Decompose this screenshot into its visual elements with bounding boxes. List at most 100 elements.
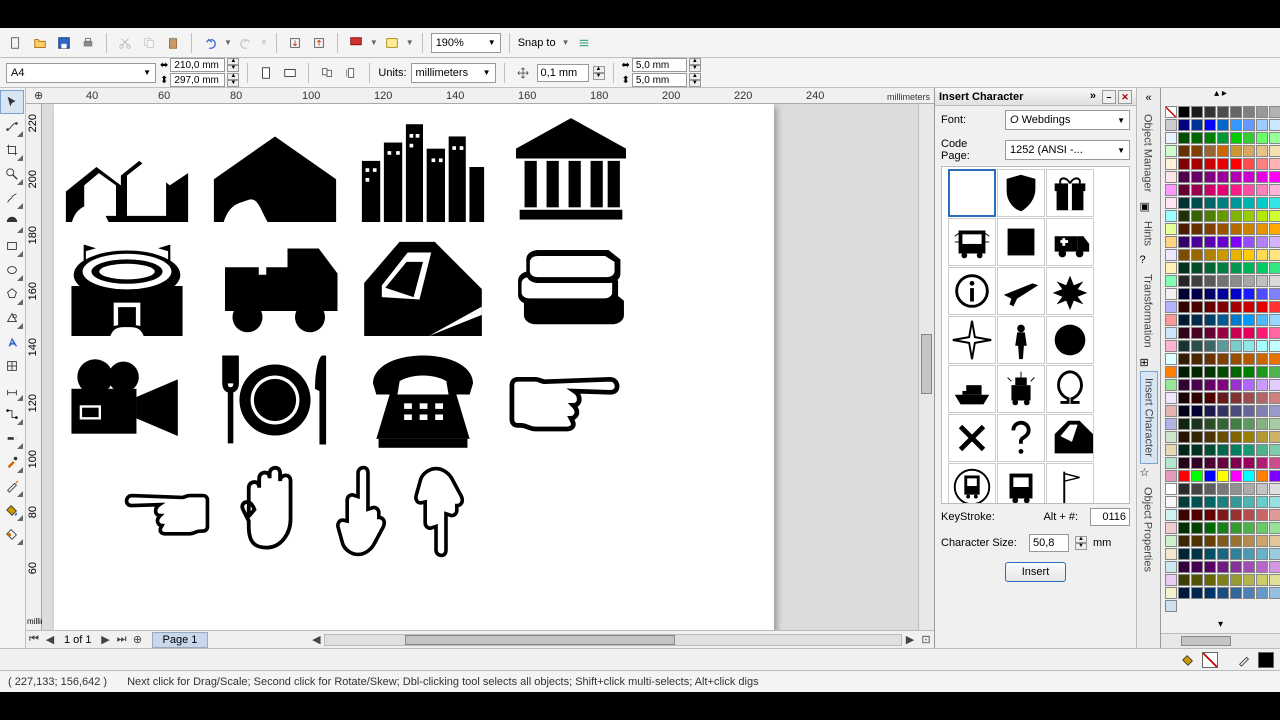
swatch[interactable] bbox=[1178, 379, 1190, 391]
swatch[interactable] bbox=[1256, 496, 1268, 508]
swatch[interactable] bbox=[1165, 353, 1177, 365]
swatch[interactable] bbox=[1230, 431, 1242, 443]
welcome-icon[interactable] bbox=[382, 33, 402, 53]
swatch[interactable] bbox=[1191, 171, 1203, 183]
swatch[interactable] bbox=[1269, 132, 1280, 144]
swatch[interactable] bbox=[1217, 275, 1229, 287]
swatch[interactable] bbox=[1243, 392, 1255, 404]
swatch[interactable] bbox=[1269, 262, 1280, 274]
swatch[interactable] bbox=[1178, 470, 1190, 482]
swatch[interactable] bbox=[1217, 431, 1229, 443]
swatch[interactable] bbox=[1243, 483, 1255, 495]
interactive-tool[interactable] bbox=[0, 426, 24, 450]
swatch[interactable] bbox=[1165, 184, 1177, 196]
swatch[interactable] bbox=[1165, 535, 1177, 547]
swatch[interactable] bbox=[1230, 444, 1242, 456]
swatch[interactable] bbox=[1204, 236, 1216, 248]
swatch[interactable] bbox=[1230, 171, 1242, 183]
swatch[interactable] bbox=[1230, 379, 1242, 391]
next-page-button[interactable]: ▶ bbox=[98, 633, 114, 646]
swatch[interactable] bbox=[1230, 119, 1242, 131]
export-icon[interactable] bbox=[309, 33, 329, 53]
swatch[interactable] bbox=[1178, 288, 1190, 300]
zoom-dropdown[interactable]: 190%▼ bbox=[431, 33, 501, 53]
swatch[interactable] bbox=[1191, 392, 1203, 404]
swatch[interactable] bbox=[1204, 535, 1216, 547]
swatch[interactable] bbox=[1204, 418, 1216, 430]
glyph-stadium[interactable] bbox=[62, 236, 192, 336]
swatch[interactable] bbox=[1178, 405, 1190, 417]
swatch[interactable] bbox=[1269, 236, 1280, 248]
swatch[interactable] bbox=[1230, 457, 1242, 469]
swatch[interactable] bbox=[1230, 210, 1242, 222]
swatch[interactable] bbox=[1230, 301, 1242, 313]
swatch[interactable] bbox=[1256, 223, 1268, 235]
swatch[interactable] bbox=[1256, 314, 1268, 326]
char-cell-crash[interactable] bbox=[1046, 267, 1094, 315]
swatch[interactable] bbox=[1243, 301, 1255, 313]
swatch[interactable] bbox=[1204, 327, 1216, 339]
char-cell-blank[interactable] bbox=[948, 169, 996, 217]
swatch[interactable] bbox=[1230, 574, 1242, 586]
interactive-fill-tool[interactable] bbox=[0, 522, 24, 546]
swatch[interactable] bbox=[1165, 587, 1177, 599]
swatch[interactable] bbox=[1165, 210, 1177, 222]
swatch[interactable] bbox=[1256, 392, 1268, 404]
swatch[interactable] bbox=[1269, 158, 1280, 170]
swatch[interactable] bbox=[1217, 587, 1229, 599]
swatch[interactable] bbox=[1217, 574, 1229, 586]
swatch[interactable] bbox=[1230, 197, 1242, 209]
swatch[interactable] bbox=[1256, 236, 1268, 248]
page-tab[interactable]: Page 1 bbox=[152, 632, 209, 648]
swatch[interactable] bbox=[1256, 158, 1268, 170]
char-cell-bus[interactable] bbox=[948, 218, 996, 266]
swatch[interactable] bbox=[1165, 561, 1177, 573]
swatch[interactable] bbox=[1191, 366, 1203, 378]
swatch[interactable] bbox=[1230, 340, 1242, 352]
swatch[interactable] bbox=[1256, 561, 1268, 573]
swatch[interactable] bbox=[1269, 535, 1280, 547]
swatch[interactable] bbox=[1243, 522, 1255, 534]
paste-icon[interactable] bbox=[163, 33, 183, 53]
swatch[interactable] bbox=[1243, 249, 1255, 261]
swatch[interactable] bbox=[1256, 106, 1268, 118]
swatch[interactable] bbox=[1191, 470, 1203, 482]
shape-tool[interactable] bbox=[0, 114, 24, 138]
swatch[interactable] bbox=[1230, 288, 1242, 300]
swatch[interactable] bbox=[1217, 106, 1229, 118]
outline-tool[interactable] bbox=[0, 474, 24, 498]
swatch[interactable] bbox=[1217, 145, 1229, 157]
swatch[interactable] bbox=[1269, 548, 1280, 560]
polygon-tool[interactable] bbox=[0, 282, 24, 306]
swatch[interactable] bbox=[1191, 457, 1203, 469]
swatch[interactable] bbox=[1178, 353, 1190, 365]
dup-x-input[interactable] bbox=[632, 58, 687, 72]
swatch[interactable] bbox=[1230, 470, 1242, 482]
swatch[interactable] bbox=[1165, 158, 1177, 170]
swatch[interactable] bbox=[1191, 132, 1203, 144]
swatch[interactable] bbox=[1256, 301, 1268, 313]
swatch[interactable] bbox=[1178, 535, 1190, 547]
swatch[interactable] bbox=[1256, 288, 1268, 300]
swatch[interactable] bbox=[1269, 119, 1280, 131]
swatch[interactable] bbox=[1269, 210, 1280, 222]
glyph-point-up[interactable] bbox=[333, 464, 393, 559]
swatch[interactable] bbox=[1269, 223, 1280, 235]
swatch[interactable] bbox=[1191, 535, 1203, 547]
swatch[interactable] bbox=[1204, 392, 1216, 404]
glyph-hand-open[interactable] bbox=[230, 464, 315, 559]
glyph-dining[interactable] bbox=[210, 350, 340, 450]
swatch[interactable] bbox=[1256, 457, 1268, 469]
minimize-button[interactable]: – bbox=[1102, 90, 1116, 104]
swatch[interactable] bbox=[1178, 197, 1190, 209]
insert-button[interactable]: Insert bbox=[1005, 562, 1067, 582]
swatch[interactable] bbox=[1204, 353, 1216, 365]
glyph-camera[interactable] bbox=[62, 350, 192, 450]
swatch[interactable] bbox=[1243, 171, 1255, 183]
swatch[interactable] bbox=[1217, 457, 1229, 469]
swatch[interactable] bbox=[1230, 548, 1242, 560]
swatch[interactable] bbox=[1178, 509, 1190, 521]
swatch[interactable] bbox=[1204, 340, 1216, 352]
swatch[interactable] bbox=[1243, 509, 1255, 521]
current-page-icon[interactable] bbox=[341, 63, 361, 83]
